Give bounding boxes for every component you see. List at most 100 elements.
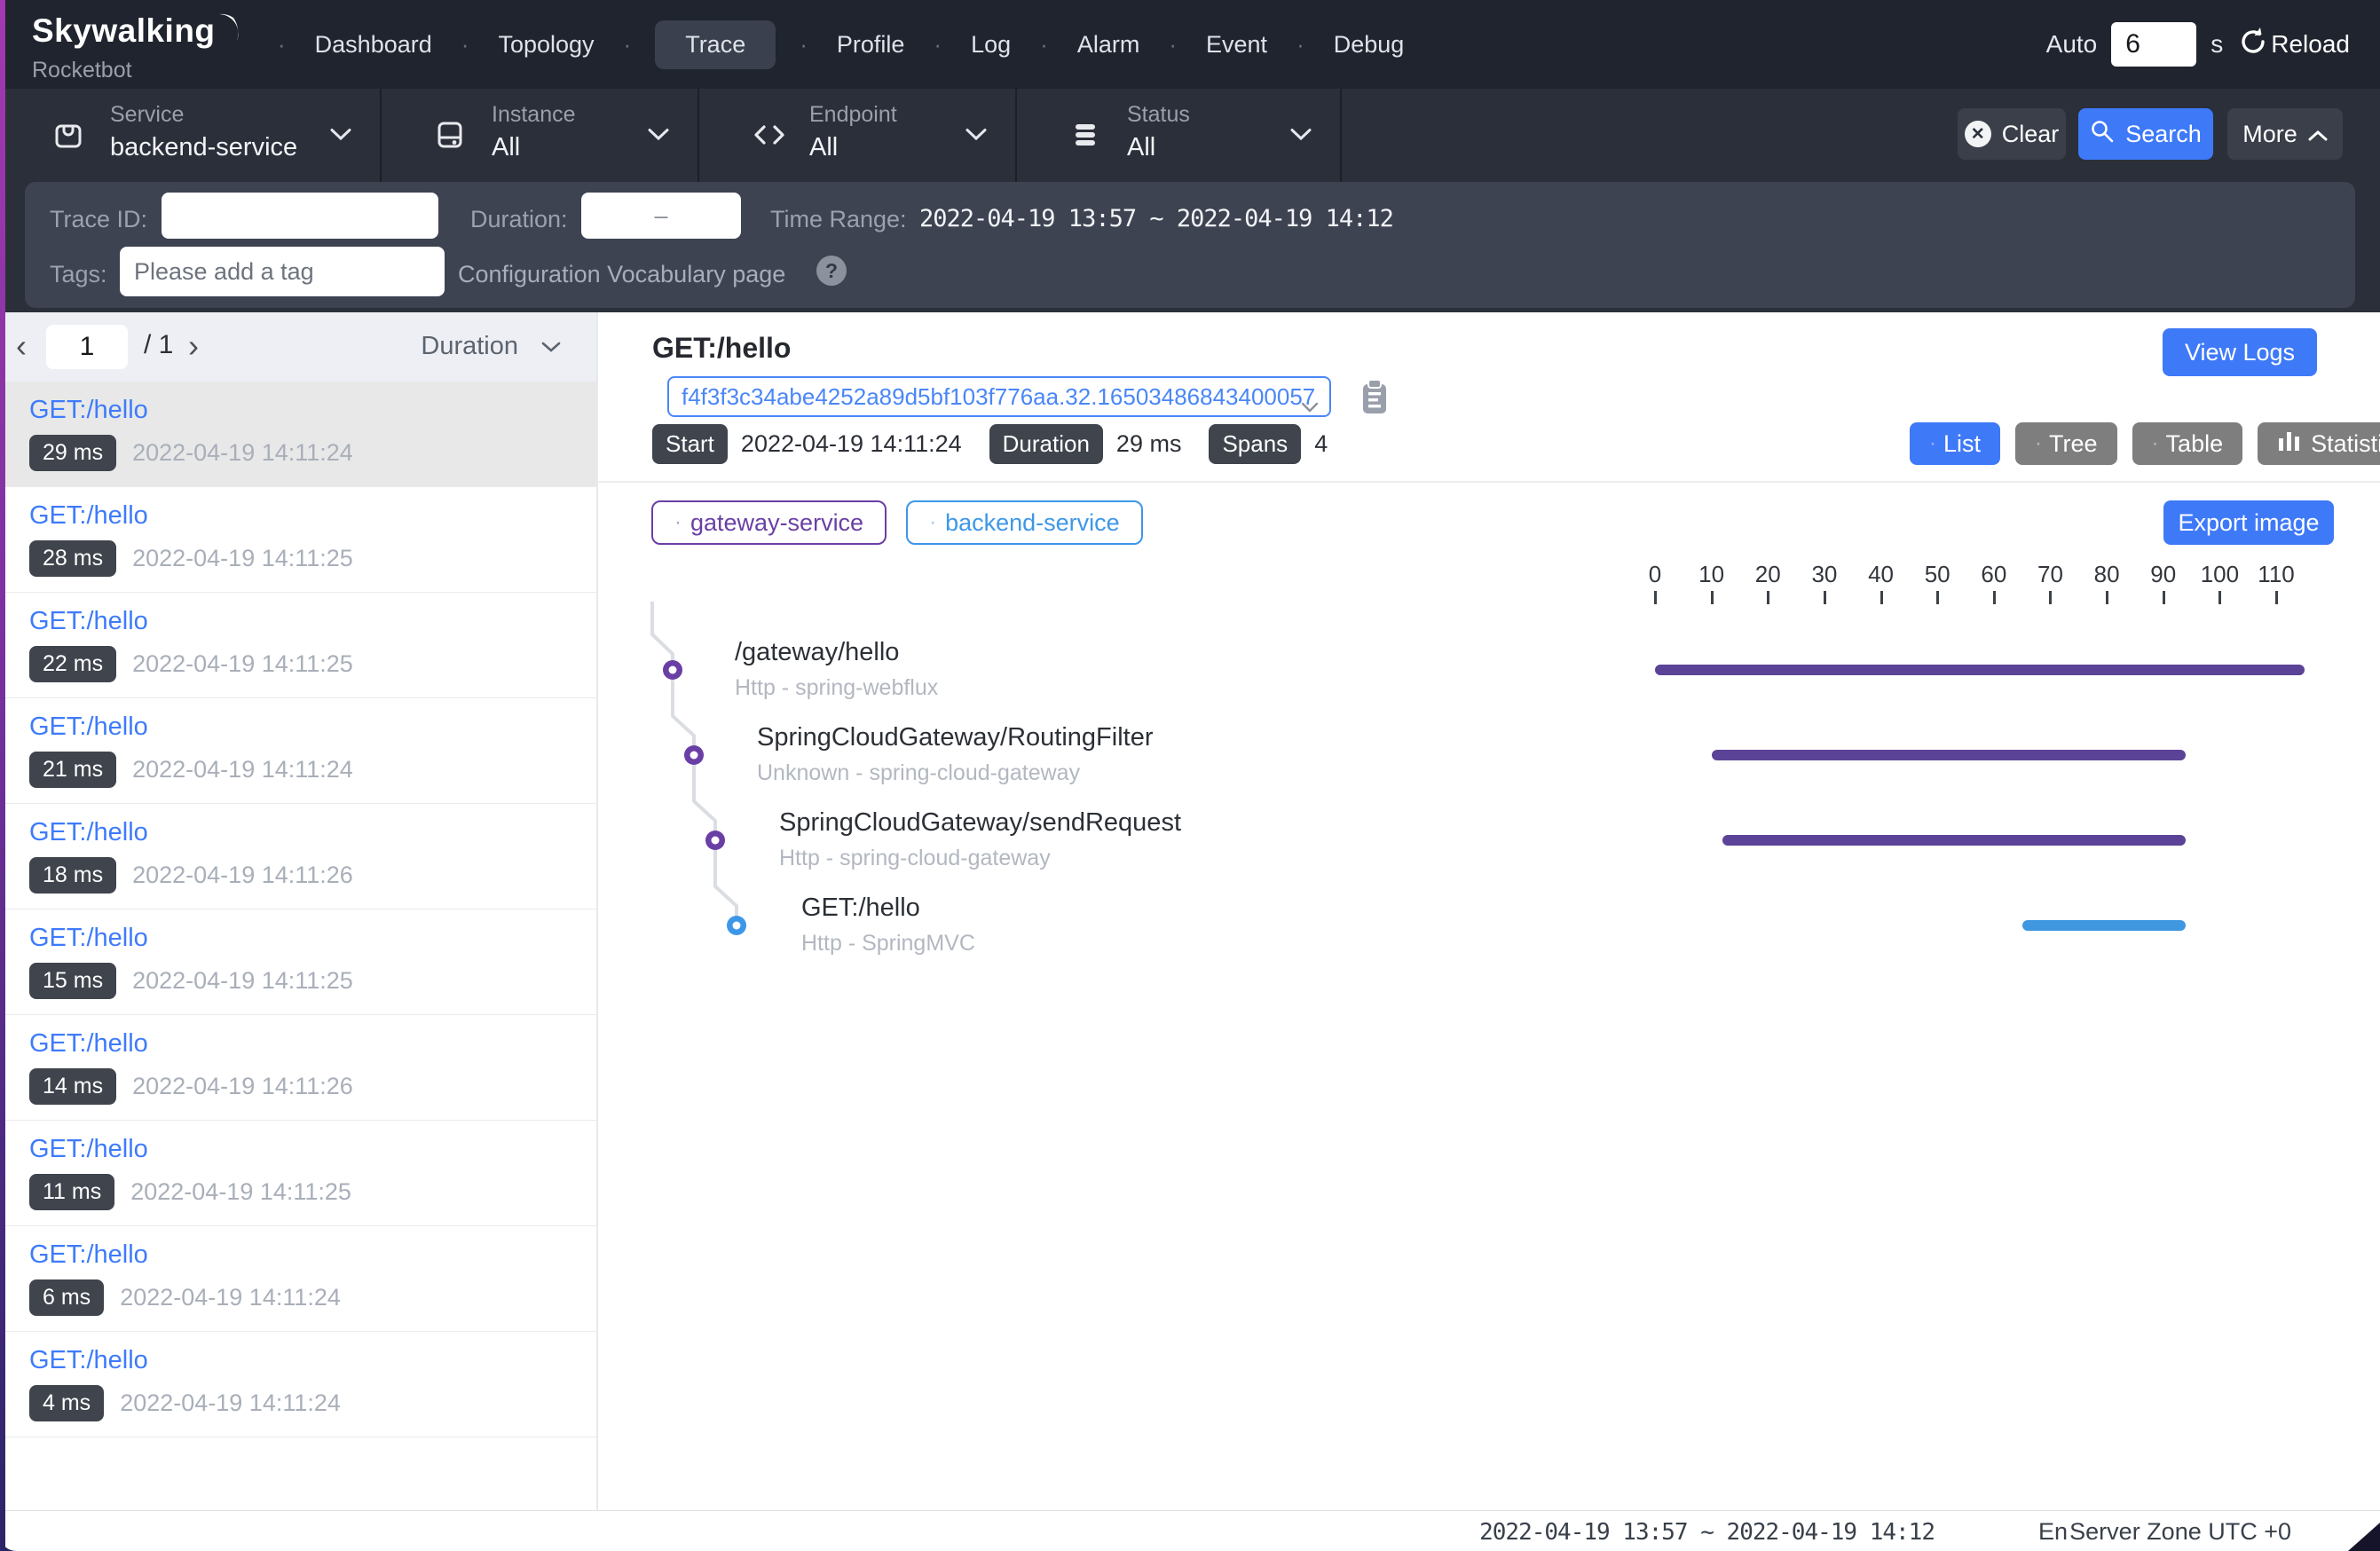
brand-logo[interactable]: Skywalking Rocketbot [32,12,249,83]
trace-list-item[interactable]: GET:/hello 6 ms 2022-04-19 14:11:24 [5,1226,596,1332]
trace-list-item[interactable]: GET:/hello 28 ms 2022-04-19 14:11:25 [5,487,596,593]
span-tree-connectors [598,312,2380,1288]
endpoint-icon [751,118,788,156]
trace-duration-badge: 28 ms [29,540,116,577]
trace-list-item[interactable]: GET:/hello 29 ms 2022-04-19 14:11:24 [5,382,596,487]
chevron-down-icon [648,128,669,146]
sort-dropdown[interactable]: Duration [421,332,518,361]
more-button[interactable]: More [2227,108,2343,160]
nav-item-label: Profile [831,22,910,67]
page-number-input[interactable] [46,325,128,369]
span-duration-bar[interactable] [1712,750,2187,760]
trace-duration-badge: 21 ms [29,752,116,788]
filter-row: ✕ Clear Search More Service backend-serv… [0,89,2380,182]
trace-timestamp: 2022-04-19 14:11:25 [132,545,353,572]
trace-id-label: Trace ID: [50,206,147,233]
nav-item-topology[interactable]: ·Topology [437,22,600,67]
filter-service[interactable]: Service backend-service [0,89,382,182]
trace-list-item[interactable]: GET:/hello 22 ms 2022-04-19 14:11:25 [5,593,596,698]
span-node-hole [669,666,677,674]
nav-item-trace[interactable]: ·Trace [600,20,776,69]
trace-endpoint-name: GET:/hello [29,1346,148,1375]
trace-list-item[interactable]: GET:/hello 18 ms 2022-04-19 14:11:26 [5,804,596,909]
span-node-hole [690,752,698,760]
nav-item-log[interactable]: ·Log [910,22,1016,67]
clear-label: Clear [2002,121,2060,148]
span-name[interactable]: SpringCloudGateway/sendRequest [779,808,1181,838]
span-detail: Http - spring-cloud-gateway [779,846,1051,871]
trace-list: GET:/hello 29 ms 2022-04-19 14:11:24GET:… [5,382,596,1437]
nav-item-label: Alarm [1072,22,1146,67]
time-range-label: Time Range: [770,206,907,233]
trace-endpoint-name: GET:/hello [29,501,148,531]
duration-input[interactable] [581,193,741,239]
filter-instance[interactable]: Instance All [382,89,699,182]
trace-timestamp: 2022-04-19 14:11:25 [132,967,353,995]
trace-list-header: ‹ / 1 › Duration [5,312,596,382]
content-area: ‹ / 1 › Duration GET:/hello 29 ms 2022-0… [0,312,2380,1510]
trace-list-item[interactable]: GET:/hello 14 ms 2022-04-19 14:11:26 [5,1015,596,1121]
filter-endpoint[interactable]: Endpoint All [699,89,1017,182]
span-duration-bar[interactable] [1722,835,2186,846]
reload-button[interactable]: Reload [2237,26,2350,64]
next-page-button[interactable]: › [188,328,199,364]
nav-item-profile[interactable]: ·Profile [776,22,910,67]
resize-corner-icon [2348,1523,2380,1551]
span-duration-bar[interactable] [2022,920,2187,931]
span-name[interactable]: /gateway/hello [735,638,899,667]
trace-duration-badge: 11 ms [29,1174,114,1210]
trace-endpoint-name: GET:/hello [29,713,148,742]
filter-value: All [1127,133,1155,162]
instance-icon [433,118,467,156]
trace-endpoint-name: GET:/hello [29,1029,148,1059]
footer-time-range[interactable]: 2022-04-19 13:57 ~ 2022-04-19 14:12 [1479,1519,1935,1546]
trace-timestamp: 2022-04-19 14:11:25 [130,1178,351,1206]
trace-id-input[interactable] [162,193,438,239]
nav-item-label: Dashboard [310,22,437,67]
trace-list-item[interactable]: GET:/hello 21 ms 2022-04-19 14:11:24 [5,698,596,804]
trace-list-item[interactable]: GET:/hello 11 ms 2022-04-19 14:11:25 [5,1121,596,1226]
prev-page-button[interactable]: ‹ [16,328,27,364]
nav-item-dashboard[interactable]: · Dashboard [254,22,437,67]
filter-label: Status [1127,102,1190,128]
trace-list-sidebar: ‹ / 1 › Duration GET:/hello 29 ms 2022-0… [5,312,596,1510]
tags-input[interactable] [120,247,445,296]
span-detail: Unknown - spring-cloud-gateway [757,760,1080,786]
trace-list-item[interactable]: GET:/hello 15 ms 2022-04-19 14:11:25 [5,909,596,1015]
trace-list-item[interactable]: GET:/hello 4 ms 2022-04-19 14:11:24 [5,1332,596,1437]
trace-endpoint-name: GET:/hello [29,1240,148,1270]
chevron-down-icon [965,128,987,146]
auto-interval-input[interactable] [2111,22,2196,67]
server-zone-selector[interactable]: Server Zone UTC +0 [2069,1518,2291,1546]
trace-duration-badge: 22 ms [29,646,116,682]
trace-endpoint-name: GET:/hello [29,924,148,953]
filter-status[interactable]: Status All [1017,89,1342,182]
span-name[interactable]: GET:/hello [801,894,920,923]
trace-timestamp: 2022-04-19 14:11:25 [132,650,353,678]
span-name[interactable]: SpringCloudGateway/RoutingFilter [757,723,1154,752]
nav-item-debug[interactable]: ·Debug [1273,22,1409,67]
trace-endpoint-name: GET:/hello [29,607,148,636]
nav-separator-dot: · [934,31,942,59]
filter-region: ✕ Clear Search More Service backend-serv… [0,89,2380,312]
chevron-up-icon [2308,121,2328,148]
nav-separator-dot: · [278,31,286,59]
nav-item-event[interactable]: ·Event [1145,22,1273,67]
nav-item-label: Topology [493,22,599,67]
vocabulary-link[interactable]: Configuration Vocabulary page [458,261,785,288]
trace-duration-badge: 18 ms [29,857,116,894]
trace-timestamp: 2022-04-19 14:11:26 [132,862,353,889]
status-icon [1068,118,1102,156]
time-range-value[interactable]: 2022-04-19 13:57 ~ 2022-04-19 14:12 [919,205,1393,232]
span-duration-bar[interactable] [1655,665,2305,675]
nav-separator-dot: · [1169,31,1177,59]
nav-item-alarm[interactable]: ·Alarm [1016,22,1145,67]
search-button[interactable]: Search [2078,108,2213,160]
clear-button[interactable]: ✕ Clear [1958,108,2066,160]
advanced-filter-panel: Trace ID: Duration: Time Range: 2022-04-… [25,182,2355,308]
top-nav: Skywalking Rocketbot ·Dashboard·Topology… [0,0,2380,89]
service-icon [51,118,85,156]
auto-unit-label: s [2211,30,2223,59]
help-icon[interactable]: ? [816,256,847,286]
language-selector[interactable]: En [2038,1518,2068,1546]
